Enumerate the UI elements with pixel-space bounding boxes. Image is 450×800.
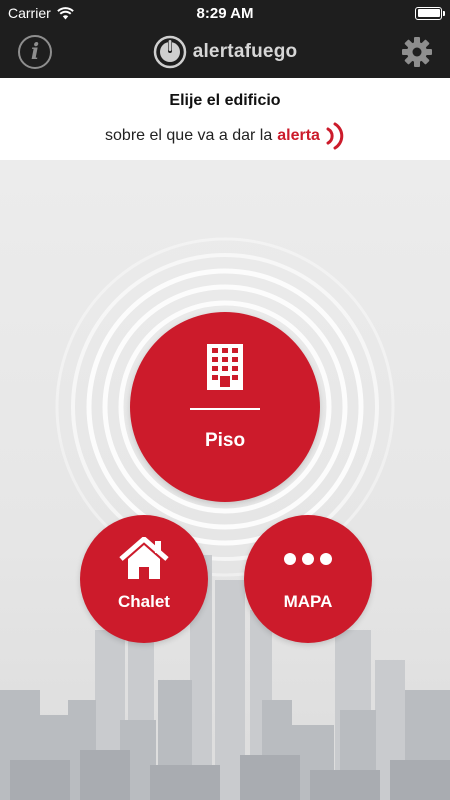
instruction-header: Elije el edificio sobre el que va a dar … bbox=[0, 78, 450, 160]
piso-label: Piso bbox=[204, 430, 246, 451]
main-area: Piso Chalet MAPA bbox=[0, 160, 450, 800]
mapa-label: MAPA bbox=[283, 592, 333, 611]
battery-icon bbox=[415, 6, 445, 20]
header-subtitle-prefix: sobre el que va a dar la bbox=[105, 127, 273, 144]
brand-name: alertafuego bbox=[192, 41, 298, 62]
gear-icon bbox=[402, 37, 432, 67]
carrier-label: Carrier bbox=[8, 5, 51, 21]
building-icon bbox=[207, 344, 243, 390]
status-time: 8:29 AM bbox=[196, 4, 254, 22]
header-alerta-word: alerta bbox=[277, 127, 320, 144]
alertafuego-logo-icon bbox=[153, 35, 186, 69]
settings-button[interactable] bbox=[400, 35, 434, 69]
battery-fill bbox=[417, 9, 440, 17]
info-button[interactable]: i bbox=[18, 35, 52, 69]
brand-logo: alertafuego bbox=[153, 35, 298, 69]
signal-waves-icon bbox=[326, 122, 344, 150]
mapa-button[interactable]: MAPA bbox=[244, 515, 372, 643]
status-bar: Carrier 8:29 AM bbox=[0, 0, 450, 26]
chalet-label: Chalet bbox=[118, 592, 170, 611]
header-title: Elije el edificio bbox=[169, 92, 281, 109]
chalet-button[interactable]: Chalet bbox=[80, 515, 208, 643]
piso-button[interactable]: Piso bbox=[130, 312, 320, 502]
house-icon bbox=[119, 537, 169, 579]
status-right bbox=[415, 0, 445, 26]
status-left: Carrier bbox=[8, 0, 74, 26]
nav-bar: i alertafuego bbox=[0, 26, 450, 78]
header-subtitle: sobre el que va a dar la alerta bbox=[0, 120, 450, 152]
wifi-icon bbox=[56, 6, 74, 19]
info-icon: i bbox=[30, 39, 40, 65]
piso-divider bbox=[190, 408, 260, 410]
more-dots-icon bbox=[284, 553, 332, 565]
